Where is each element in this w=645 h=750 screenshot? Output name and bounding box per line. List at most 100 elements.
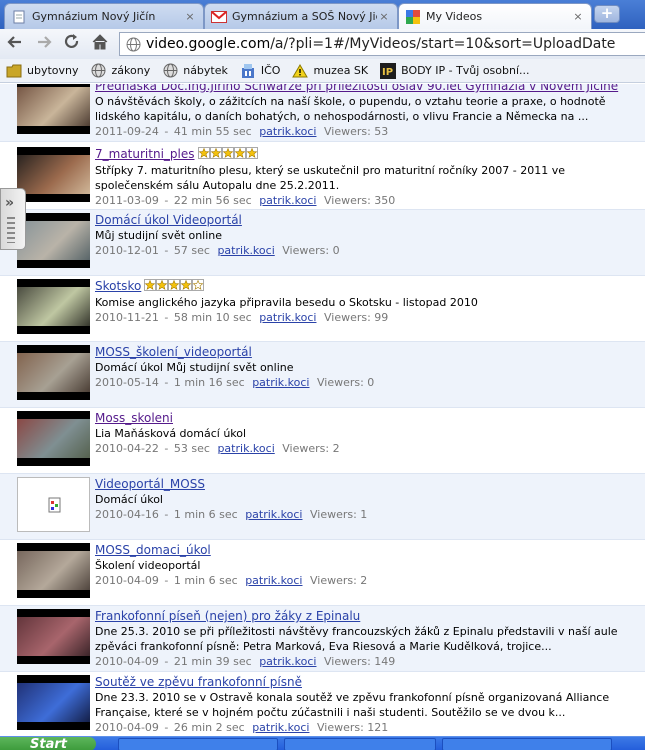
reload-button[interactable]: [61, 33, 83, 55]
separator: [240, 508, 244, 521]
video-info: Videoportál_MOSS Domácí úkol 2010-04-16 - …: [95, 477, 640, 521]
bookmark-zakony[interactable]: zákony: [91, 63, 151, 79]
video-title-link[interactable]: Skotsko: [95, 279, 141, 293]
start-button[interactable]: Start: [0, 737, 96, 750]
video-thumbnail[interactable]: [17, 213, 90, 268]
tab-title: Gymnázium Nový Jičín: [32, 10, 156, 23]
upload-date: 2010-04-09: [95, 655, 159, 668]
video-title-link[interactable]: MOSS_školení_videoportál: [95, 345, 252, 359]
video-thumbnail[interactable]: [17, 609, 90, 664]
video-row: Přednáška Doc.Ing.Jiřího Schwarze při př…: [0, 84, 645, 142]
video-title-link[interactable]: Soutěž ve zpěvu frankofonní písně: [95, 675, 302, 689]
bookmark-label: muzea SK: [313, 64, 369, 77]
tab-gmail[interactable]: Gymnázium a SOŠ Nový Jičín M ×: [204, 3, 398, 29]
rating-stars: [197, 147, 258, 162]
video-row: Skotsko Komise anglického jazyka připravi…: [0, 276, 645, 342]
bookmark-ubytovny[interactable]: ubytovny: [6, 63, 79, 79]
video-meta: 2010-04-16 - 1 min 6 sec patrik.koci Vie…: [95, 508, 640, 521]
video-thumbnail[interactable]: [17, 411, 90, 466]
viewer-count: Viewers: 350: [323, 194, 396, 207]
uploader-link[interactable]: patrik.koci: [259, 311, 316, 324]
tab-my-videos[interactable]: My Videos ×: [398, 3, 592, 29]
separator: -: [160, 508, 172, 521]
video-meta: 2010-04-09 - 1 min 6 sec patrik.koci Vie…: [95, 574, 640, 587]
ip-icon: IP: [380, 62, 397, 79]
new-tab-button[interactable]: +: [594, 5, 620, 23]
video-thumbnail[interactable]: [17, 147, 90, 202]
video-meta: 2011-03-09 - 22 min 56 sec patrik.koci V…: [95, 194, 640, 207]
video-info: Soutěž ve zpěvu frankofonní písně Dne 23.…: [95, 675, 640, 734]
video-duration: 26 min 2 sec: [173, 721, 245, 734]
home-button[interactable]: [89, 33, 111, 55]
video-description: Lia Maňásková domácí úkol: [95, 427, 247, 440]
uploader-link[interactable]: patrik.koci: [259, 655, 316, 668]
uploader-link[interactable]: patrik.koci: [252, 721, 309, 734]
globe-icon: [162, 63, 178, 79]
video-duration: 1 min 16 sec: [173, 376, 245, 389]
video-title-link[interactable]: Domácí úkol Videoportál: [95, 213, 242, 227]
address-bar[interactable]: video.google.com/a/?pli=1#/MyVideos/star…: [119, 32, 645, 56]
video-title-link[interactable]: MOSS_domaci_úkol: [95, 543, 211, 557]
home-icon: [92, 34, 108, 50]
video-title-link[interactable]: Moss_skoleni: [95, 411, 173, 425]
browser-toolbar: video.google.com/a/?pli=1#/MyVideos/star…: [0, 29, 645, 59]
video-title-line: Moss_skoleni: [95, 411, 640, 425]
bookmark-ico[interactable]: IČO: [240, 63, 280, 79]
grip-icon: [7, 217, 15, 243]
close-tab-icon[interactable]: ×: [377, 10, 391, 23]
uploader-link[interactable]: patrik.koci: [259, 194, 316, 207]
bookmark-nabytek[interactable]: nábytek: [162, 63, 228, 79]
video-title-link[interactable]: Přednáška Doc.Ing.Jiřího Schwarze při př…: [95, 84, 618, 93]
uploader-link[interactable]: patrik.koci: [245, 574, 302, 587]
globe-icon: [91, 63, 107, 79]
bookmark-label: ubytovny: [27, 64, 79, 77]
close-tab-icon[interactable]: ×: [571, 10, 585, 23]
video-info: Moss_skoleni Lia Maňásková domácí úkol 201…: [95, 411, 640, 455]
viewer-count: Viewers: 53: [323, 125, 389, 138]
video-thumbnail[interactable]: [17, 279, 90, 334]
my-videos-list: Přednáška Doc.Ing.Jiřího Schwarze při př…: [0, 84, 645, 736]
bookmark-label: zákony: [111, 64, 151, 77]
video-thumbnail[interactable]: [17, 543, 90, 598]
video-thumbnail[interactable]: [17, 675, 90, 730]
separator: [318, 194, 322, 207]
video-thumbnail[interactable]: [17, 477, 90, 532]
bookmark-body-ip[interactable]: IP BODY IP - Tvůj osobní...: [380, 62, 530, 79]
google-icon: [405, 9, 421, 25]
separator: [254, 125, 258, 138]
video-row: Soutěž ve zpěvu frankofonní písně Dne 23.…: [0, 672, 645, 736]
back-arrow-icon: [7, 36, 21, 48]
video-thumbnail[interactable]: [17, 345, 90, 400]
separator: [304, 508, 308, 521]
tab-gymnazium[interactable]: Gymnázium Nový Jičín ×: [4, 3, 204, 29]
video-title-line: MOSS_školení_videoportál: [95, 345, 640, 359]
back-button[interactable]: [4, 33, 26, 55]
bookmark-muzea-sk[interactable]: muzea SK: [292, 63, 368, 79]
forward-arrow-icon: [38, 36, 52, 48]
video-title-link[interactable]: Frankofonní píseň (nejen) pro žáky z Epi…: [95, 609, 360, 623]
video-title-link[interactable]: 7_maturitni_ples: [95, 147, 195, 161]
star-icon: [156, 279, 169, 291]
forward-button[interactable]: [33, 33, 55, 55]
video-title-line: Frankofonní píseň (nejen) pro žáky z Epi…: [95, 609, 640, 623]
viewer-count: Viewers: 2: [282, 442, 340, 455]
video-title-line: Soutěž ve zpěvu frankofonní písně: [95, 675, 640, 689]
close-tab-icon[interactable]: ×: [183, 10, 197, 23]
separator: [311, 721, 315, 734]
upload-date: 2010-04-22: [95, 442, 159, 455]
video-duration: 57 sec: [173, 244, 210, 257]
uploader-link[interactable]: patrik.koci: [245, 508, 302, 521]
taskbar-item-window[interactable]: [442, 738, 612, 750]
uploader-link[interactable]: patrik.koci: [217, 244, 274, 257]
video-title-link[interactable]: Videoportál_MOSS: [95, 477, 205, 491]
uploader-link[interactable]: patrik.koci: [217, 442, 274, 455]
video-row: MOSS_školení_videoportál Domácí úkol Můj …: [0, 342, 645, 408]
side-panel-handle[interactable]: »: [0, 188, 26, 250]
taskbar-item-explorer[interactable]: [284, 738, 436, 750]
taskbar-item-browser[interactable]: [118, 738, 278, 750]
video-meta: 2010-04-22 - 53 sec patrik.koci Viewers:…: [95, 442, 640, 455]
uploader-link[interactable]: patrik.koci: [259, 125, 316, 138]
page-info-icon[interactable]: [125, 36, 141, 52]
video-thumbnail[interactable]: [17, 84, 90, 134]
uploader-link[interactable]: patrik.koci: [252, 376, 309, 389]
